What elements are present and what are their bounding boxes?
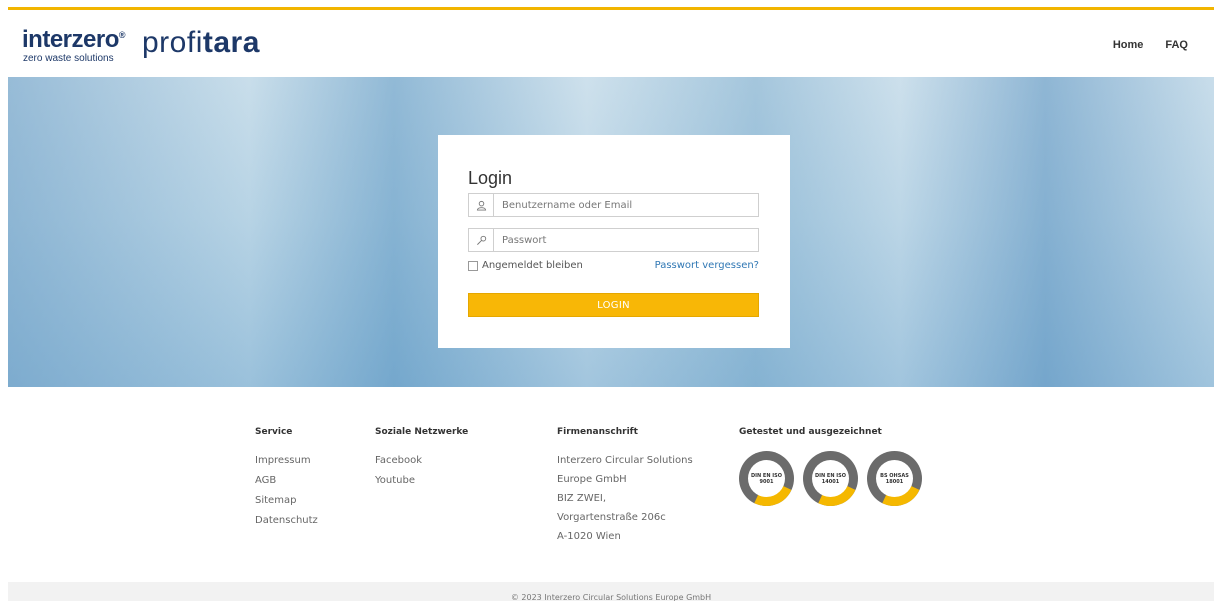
footer-certifications: Getestet und ausgezeichnet DIN EN ISO 90… xyxy=(739,427,922,506)
footer-social-heading: Soziale Netzwerke xyxy=(375,427,469,437)
footer-link-agb[interactable]: AGB xyxy=(255,471,318,491)
top-nav: Home FAQ xyxy=(1113,39,1188,51)
product-suffix: tara xyxy=(202,26,260,59)
seal-number: 18001 xyxy=(885,478,904,485)
remember-me[interactable]: Angemeldet bleiben xyxy=(468,260,583,271)
seal-center: BS OHSAS 18001 xyxy=(876,460,913,497)
username-field[interactable] xyxy=(468,193,759,217)
ohsas-18001-seal: BS OHSAS 18001 xyxy=(867,451,922,506)
profitara-logo[interactable]: profitara xyxy=(142,26,260,60)
password-input[interactable] xyxy=(502,232,752,248)
footer-link-youtube[interactable]: Youtube xyxy=(375,471,468,491)
footer-social: Soziale Netzwerke Facebook Youtube xyxy=(375,427,468,491)
address-line: Interzero Circular Solutions Europe GmbH xyxy=(557,455,693,485)
footer-address-heading: Firmenanschrift xyxy=(557,427,638,437)
header: interzero® zero waste solutions profitar… xyxy=(8,10,1214,77)
footer-service-heading: Service xyxy=(255,427,293,437)
address-line: BIZ ZWEI, xyxy=(557,493,607,504)
certification-seals: DIN EN ISO 9001 DIN EN ISO 14001 BS OHSA… xyxy=(739,451,922,506)
footer-service: Service Impressum AGB Sitemap Datenschut… xyxy=(255,427,318,531)
login-button[interactable]: LOGIN xyxy=(468,293,759,317)
iso-14001-seal: DIN EN ISO 14001 xyxy=(803,451,858,506)
copyright: © 2023 Interzero Circular Solutions Euro… xyxy=(8,582,1214,601)
footer-link-datenschutz[interactable]: Datenschutz xyxy=(255,511,318,531)
seal-center: DIN EN ISO 14001 xyxy=(812,460,849,497)
user-icon xyxy=(469,194,494,216)
iso-9001-seal: DIN EN ISO 9001 xyxy=(739,451,794,506)
remember-checkbox[interactable] xyxy=(468,260,478,271)
registered-mark: ® xyxy=(118,30,126,40)
username-input[interactable] xyxy=(502,197,752,213)
nav-home[interactable]: Home xyxy=(1113,39,1144,51)
interzero-logo[interactable]: interzero® xyxy=(22,26,126,54)
nav-faq[interactable]: FAQ xyxy=(1165,39,1188,51)
forgot-password-link[interactable]: Passwort vergessen? xyxy=(655,260,759,271)
footer-address: Firmenanschrift Interzero Circular Solut… xyxy=(557,427,727,546)
product-prefix: profi xyxy=(142,26,203,59)
footer: Service Impressum AGB Sitemap Datenschut… xyxy=(0,387,1214,582)
login-card: Login Angemeldet bleiben Passwort verges… xyxy=(438,135,790,348)
key-icon xyxy=(469,229,494,251)
brand-name: interzero xyxy=(22,26,119,53)
address-line: Vorgartenstraße 206c xyxy=(557,512,666,523)
remember-label: Angemeldet bleiben xyxy=(482,260,583,271)
seal-number: 14001 xyxy=(821,478,840,485)
seal-center: DIN EN ISO 9001 xyxy=(748,460,785,497)
seal-number: 9001 xyxy=(759,478,774,485)
footer-link-impressum[interactable]: Impressum xyxy=(255,451,318,471)
password-field[interactable] xyxy=(468,228,759,252)
brand-tagline: zero waste solutions xyxy=(23,53,114,64)
footer-cert-heading: Getestet und ausgezeichnet xyxy=(739,427,882,437)
footer-link-sitemap[interactable]: Sitemap xyxy=(255,491,318,511)
footer-link-facebook[interactable]: Facebook xyxy=(375,451,468,471)
address-line: A-1020 Wien xyxy=(557,531,621,542)
login-title: Login xyxy=(468,168,513,188)
